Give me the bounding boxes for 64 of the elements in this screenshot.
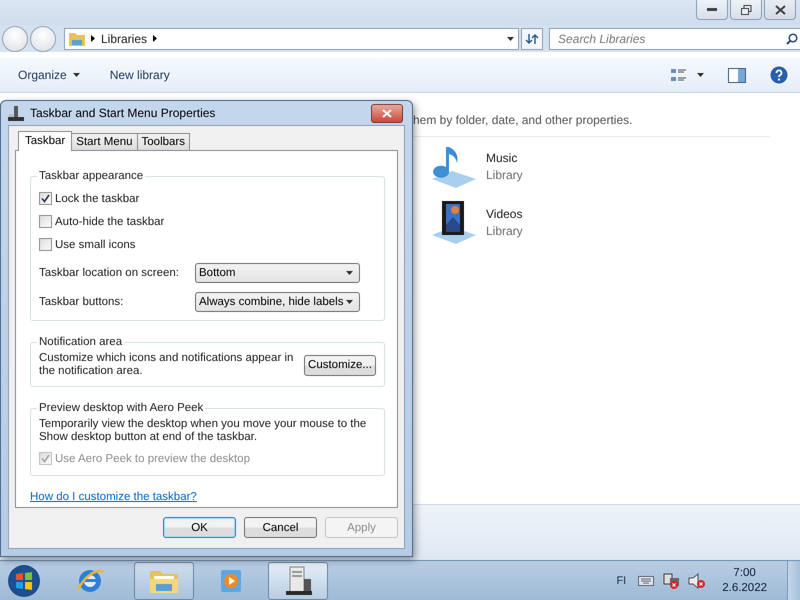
language-indicator[interactable]: FI — [616, 574, 626, 586]
field-label: Taskbar location on screen: — [39, 267, 180, 279]
library-type: Library — [486, 224, 523, 238]
dialog-title: Taskbar and Start Menu Properties — [30, 106, 216, 120]
clock-time[interactable]: 7:00 — [733, 567, 756, 579]
toolbar-button[interactable]: New library — [100, 64, 180, 86]
dropdown-icon — [507, 36, 514, 40]
search-field[interactable]: Search Libraries — [549, 28, 800, 50]
close-button[interactable] — [371, 104, 403, 122]
address-path[interactable]: Libraries — [101, 32, 148, 46]
caret-icon — [697, 73, 704, 77]
taskbar-icon — [8, 105, 24, 121]
restore-button[interactable] — [730, 0, 762, 20]
view-options-icon[interactable] — [671, 68, 687, 82]
library-name[interactable]: Music — [486, 150, 523, 164]
group-title: Taskbar appearance — [38, 170, 144, 182]
dialog-button[interactable]: OK — [163, 517, 236, 538]
group-title: Preview desktop with Aero Peek — [38, 402, 204, 414]
film-icon — [430, 199, 478, 245]
customize-button[interactable]: Customize... — [304, 354, 376, 376]
description-text: Temporarily view the desktop when you move your mouse to the Show desktop button at end of the taskbar. — [39, 418, 368, 444]
caret-icon — [346, 300, 353, 304]
refresh-icon — [525, 32, 539, 44]
help-icon[interactable] — [770, 66, 788, 84]
tab[interactable]: Taskbar — [18, 131, 72, 151]
refresh-button[interactable] — [521, 28, 543, 50]
close-icon — [774, 4, 786, 14]
group-title: Notification area — [38, 336, 124, 348]
folder-icon — [69, 32, 85, 46]
tab[interactable]: Toolbars — [136, 133, 190, 151]
help-link[interactable]: How do I customize the taskbar? — [30, 491, 385, 503]
checkbox[interactable] — [39, 215, 52, 228]
caret-icon — [72, 73, 80, 77]
checkbox-label: Use Aero Peek to preview the desktop — [55, 452, 250, 464]
checkbox-label: Auto-hide the taskbar — [55, 216, 164, 228]
arrow-icon — [153, 35, 158, 42]
dialog-button[interactable]: Cancel — [244, 517, 317, 538]
close-button[interactable] — [764, 0, 796, 20]
network-icon[interactable] — [662, 572, 680, 590]
checkbox-label: Use small icons — [55, 238, 136, 250]
arrow-icon — [91, 35, 95, 42]
clock-date[interactable]: 2.6.2022 — [722, 582, 767, 594]
caret-icon — [346, 271, 353, 275]
minimize-icon — [707, 8, 717, 12]
dropdown[interactable]: Bottom — [195, 263, 360, 283]
checkbox-label: Lock the taskbar — [55, 192, 140, 204]
tab[interactable]: Start Menu — [71, 133, 138, 151]
checkbox[interactable] — [39, 238, 52, 251]
checkbox[interactable] — [39, 192, 52, 205]
toolbar-button[interactable]: Organize — [8, 64, 90, 86]
address-bar[interactable]: Libraries — [64, 28, 519, 50]
keyboard-icon[interactable] — [638, 576, 654, 586]
taskbar-button[interactable] — [268, 562, 328, 600]
field-label: Taskbar buttons: — [39, 296, 124, 308]
volume-muted-icon[interactable] — [688, 572, 706, 590]
close-icon — [382, 108, 392, 118]
library-name[interactable]: Videos — [486, 206, 523, 220]
restore-icon — [740, 4, 752, 14]
library-type: Library — [486, 168, 523, 182]
preview-pane-icon[interactable] — [728, 68, 746, 82]
dropdown[interactable]: Always combine, hide labels — [195, 292, 360, 312]
minimize-button[interactable] — [696, 0, 728, 20]
description-text: hem by folder, date, and other properties. — [413, 113, 770, 137]
description-text: Customize which icons and notifications appear in the notification area. — [39, 352, 294, 378]
